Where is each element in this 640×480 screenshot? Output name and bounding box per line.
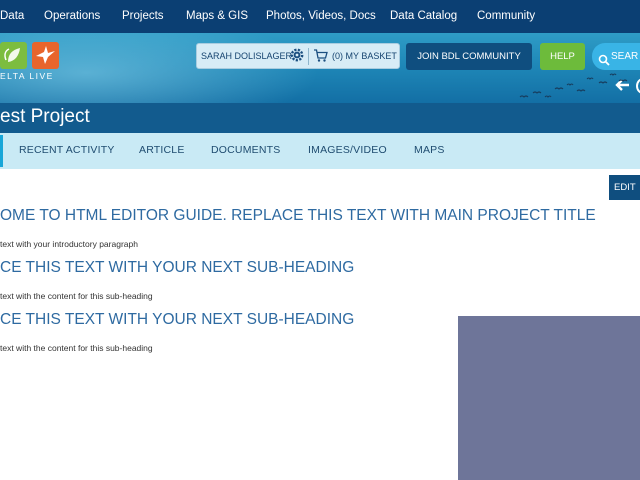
user-name-link[interactable]: SARAH DOLISLAGER xyxy=(201,51,292,61)
basket-link[interactable]: (0) MY BASKET xyxy=(332,51,397,61)
circle-icon[interactable] xyxy=(636,78,640,94)
flying-birds-decoration xyxy=(519,73,628,98)
logo-bird-icon[interactable] xyxy=(32,42,59,69)
join-community-button[interactable]: JOIN BDL COMMUNITY xyxy=(406,43,532,70)
nav-item-data-catalog[interactable]: Data Catalog xyxy=(390,10,457,22)
page-title: est Project xyxy=(0,106,90,127)
cart-icon[interactable] xyxy=(313,48,328,63)
media-placeholder xyxy=(458,316,640,480)
search-label: SEAR xyxy=(611,51,639,62)
main-heading: OME TO HTML EDITOR GUIDE. REPLACE THIS T… xyxy=(0,207,596,224)
nav-item-community[interactable]: Community xyxy=(477,10,535,22)
search-icon xyxy=(598,50,610,66)
sub-paragraph-2: text with the content for this sub-headi… xyxy=(0,343,153,353)
search-button[interactable]: SEAR xyxy=(592,43,640,70)
nav-item-operations[interactable]: Operations xyxy=(44,10,100,22)
project-tab-bar: RECENT ACTIVITY ARTICLE DOCUMENTS IMAGES… xyxy=(0,133,640,169)
sub-heading-2: CE THIS TEXT WITH YOUR NEXT SUB-HEADING xyxy=(0,311,355,328)
tab-recent-activity[interactable]: RECENT ACTIVITY xyxy=(19,144,115,156)
help-button[interactable]: HELP xyxy=(540,43,585,70)
tab-article[interactable]: ARTICLE xyxy=(139,144,185,156)
logo-leaf-icon[interactable] xyxy=(0,42,27,69)
nav-item-projects[interactable]: Projects xyxy=(122,10,164,22)
top-nav: Data Operations Projects Maps & GIS Phot… xyxy=(0,0,640,33)
divider xyxy=(308,48,309,65)
active-tab-indicator[interactable] xyxy=(0,135,3,167)
nav-item-data[interactable]: Data xyxy=(0,10,24,22)
tab-images-video[interactable]: IMAGES/VIDEO xyxy=(308,144,387,156)
gear-icon[interactable] xyxy=(290,48,304,62)
header-banner: ELTA LIVE SARAH DOLISLAGER (0) MY BASKET… xyxy=(0,33,640,103)
user-box: SARAH DOLISLAGER (0) MY BASKET xyxy=(196,43,400,69)
edit-button[interactable]: EDIT xyxy=(609,175,640,200)
intro-paragraph: text with your introductory paragraph xyxy=(0,239,138,249)
project-title-band: est Project xyxy=(0,103,640,133)
nav-item-maps-gis[interactable]: Maps & GIS xyxy=(186,10,248,22)
nav-item-photos-videos-docs[interactable]: Photos, Videos, Docs xyxy=(266,10,376,22)
logo-text: ELTA LIVE xyxy=(0,71,54,81)
sub-paragraph-1: text with the content for this sub-headi… xyxy=(0,291,153,301)
tab-documents[interactable]: DOCUMENTS xyxy=(211,144,280,156)
tab-maps[interactable]: MAPS xyxy=(414,144,445,156)
sub-heading-1: CE THIS TEXT WITH YOUR NEXT SUB-HEADING xyxy=(0,259,355,276)
